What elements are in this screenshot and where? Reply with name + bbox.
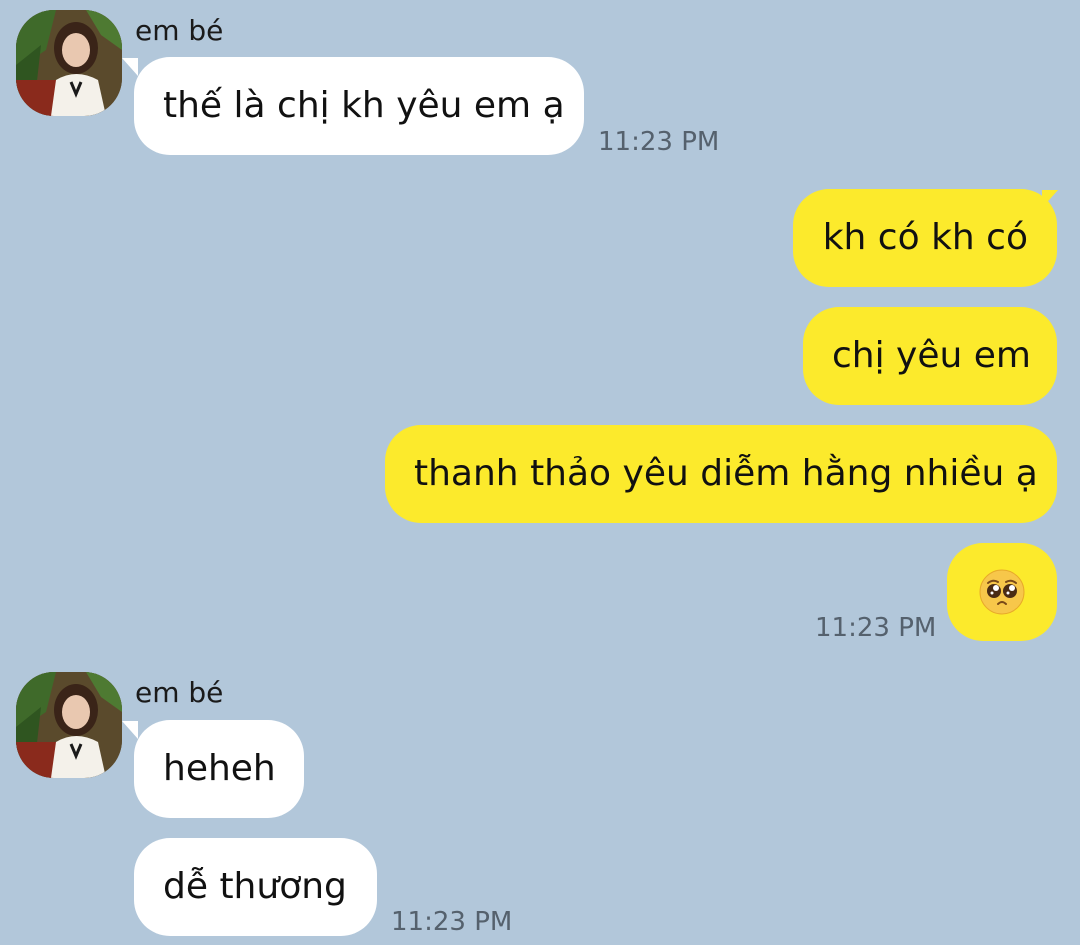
- chat-window: em bé thế là chị kh yêu em ạ 11:23 PM kh…: [0, 0, 1080, 945]
- message-timestamp: 11:23 PM: [598, 127, 720, 157]
- sender-name: em bé: [135, 676, 224, 709]
- message-timestamp: 11:23 PM: [815, 613, 937, 643]
- outgoing-emoji-bubble[interactable]: [947, 543, 1057, 641]
- outgoing-message-bubble[interactable]: thanh thảo yêu diễm hằng nhiều ạ: [385, 425, 1057, 523]
- avatar-photo: [16, 672, 122, 778]
- outgoing-message-bubble[interactable]: kh có kh có: [793, 189, 1057, 287]
- message-timestamp: 11:23 PM: [391, 907, 513, 937]
- incoming-message-bubble[interactable]: heheh: [134, 720, 304, 818]
- incoming-message-bubble[interactable]: dễ thương: [134, 838, 377, 936]
- pleading-face-icon: [979, 569, 1025, 615]
- incoming-message-bubble[interactable]: thế là chị kh yêu em ạ: [134, 57, 584, 155]
- contact-avatar[interactable]: [16, 10, 122, 116]
- bubble-tail: [122, 58, 138, 76]
- outgoing-message-bubble[interactable]: chị yêu em: [803, 307, 1057, 405]
- bubble-tail: [122, 721, 138, 739]
- avatar-photo: [16, 10, 122, 116]
- contact-avatar[interactable]: [16, 672, 122, 778]
- sender-name: em bé: [135, 14, 224, 47]
